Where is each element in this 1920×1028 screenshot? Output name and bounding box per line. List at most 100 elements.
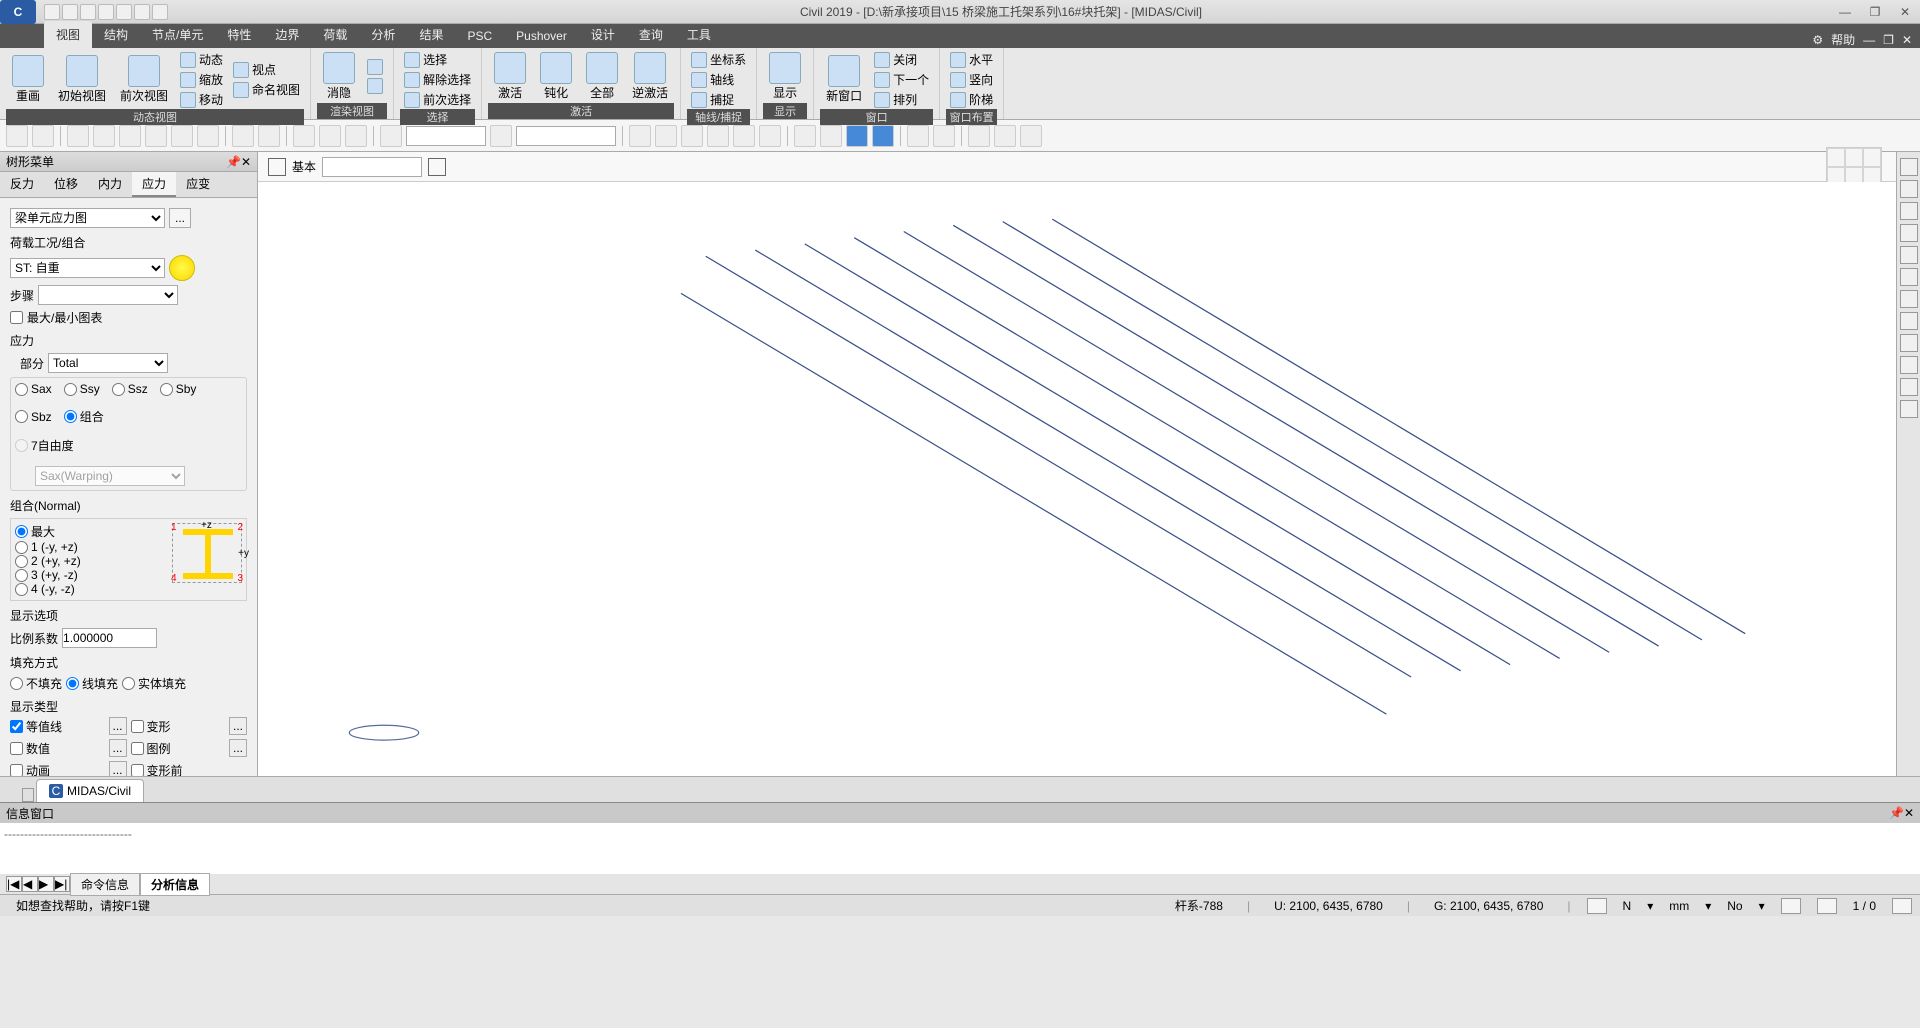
loadcase-select[interactable]: ST: 自重 [10,258,165,278]
qat-undo-icon[interactable] [98,4,114,20]
arrange-button[interactable]: 排列 [870,90,933,109]
activate-button[interactable]: 激活 [488,50,532,103]
rtool-icon[interactable] [1900,290,1918,308]
radio-combine[interactable] [64,410,77,423]
radio-c3[interactable] [15,569,28,582]
msg-scroll-next-icon[interactable]: ▶ [38,876,54,892]
tab-load[interactable]: 荷载 [311,21,359,48]
redo-arrow-icon[interactable] [32,125,54,147]
toolbar-icon[interactable] [759,125,781,147]
chk-contour[interactable] [10,720,23,733]
toolbar-icon[interactable] [707,125,729,147]
chk-anim[interactable] [10,764,23,777]
tab-pushover[interactable]: Pushover [504,24,579,48]
qat-open-icon[interactable] [62,4,78,20]
move-button[interactable]: 移动 [176,90,227,109]
nav-cube[interactable] [1826,147,1882,187]
chk-legend-btn[interactable]: ... [229,739,247,757]
new-window-button[interactable]: 新窗口 [820,53,868,106]
toolbar-icon[interactable] [197,125,219,147]
unit-n-button[interactable] [1587,898,1607,914]
model-canvas[interactable] [258,182,1896,776]
rtool-icon[interactable] [1900,356,1918,374]
help-button[interactable]: 帮助 [1831,31,1855,48]
diagram-type-select[interactable]: 梁单元应力图 [10,208,165,228]
rtool-icon[interactable] [1900,202,1918,220]
inactivate-button[interactable]: 钝化 [534,50,578,103]
maximize-icon[interactable]: ❐ [1860,2,1890,22]
filter-icon[interactable] [268,158,286,176]
tab-strain[interactable]: 应变 [176,172,220,197]
chk-undeformed[interactable] [131,764,144,777]
select-combo2[interactable] [516,126,616,146]
pin-icon[interactable]: 📌 [226,155,241,169]
toolbar-icon[interactable] [67,125,89,147]
prev-select-button[interactable]: 前次选择 [400,90,475,109]
viewpoint-button[interactable]: 视点 [229,60,304,79]
inverse-button[interactable]: 逆激活 [626,50,674,103]
radio-c4[interactable] [15,583,28,596]
snap-button[interactable]: 捕捉 [687,90,750,109]
rtool-icon[interactable] [1900,268,1918,286]
coord-button[interactable]: 坐标系 [687,50,750,69]
toolbar-icon[interactable] [319,125,341,147]
tab-results[interactable]: 结果 [407,21,455,48]
all-button[interactable]: 全部 [580,50,624,103]
tab-view[interactable]: 视图 [44,21,92,48]
canvas-combo[interactable] [322,157,422,177]
panel-body[interactable]: 梁单元应力图 ... 荷载工况/组合 ST: 自重 步骤 最大/最小图表 应力 … [0,198,257,776]
tab-boundary[interactable]: 边界 [263,21,311,48]
zoom-button[interactable]: 缩放 [176,70,227,89]
diagram-more-button[interactable]: ... [169,208,191,228]
toolbar-icon[interactable] [872,125,894,147]
msg-tab-analysis[interactable]: 分析信息 [140,873,210,896]
status-btn[interactable] [1892,898,1912,914]
toolbar-icon[interactable] [655,125,677,147]
status-btn[interactable] [1781,898,1801,914]
tab-properties[interactable]: 特性 [215,21,263,48]
chk-deform-btn[interactable]: ... [229,717,247,735]
radio-max[interactable] [15,525,28,538]
select-combo[interactable] [406,126,486,146]
tab-internal-force[interactable]: 内力 [88,172,132,197]
filter2-icon[interactable] [428,158,446,176]
toolbar-icon[interactable] [968,125,990,147]
undo-arrow-icon[interactable] [6,125,28,147]
scale-input[interactable] [62,628,157,648]
tab-query[interactable]: 查询 [627,21,675,48]
part-select[interactable]: Total [48,353,168,373]
chk-deform[interactable] [131,720,144,733]
msg-scroll-prev-icon[interactable]: ◀ [22,876,38,892]
toolbar-icon[interactable] [119,125,141,147]
rtool-icon[interactable] [1900,158,1918,176]
cascade-button[interactable]: 阶梯 [946,90,997,109]
qat-more-icon[interactable] [152,4,168,20]
toolbar-icon[interactable] [258,125,280,147]
chk-value[interactable] [10,742,23,755]
toolbar-icon[interactable] [232,125,254,147]
toolbar-icon[interactable] [1020,125,1042,147]
toolbar-icon[interactable] [380,125,402,147]
status-btn[interactable] [1817,898,1837,914]
toolbar-icon[interactable] [907,125,929,147]
rtool-icon[interactable] [1900,224,1918,242]
toolbar-icon[interactable] [490,125,512,147]
doc-tab[interactable]: C MIDAS/Civil [36,779,144,802]
step-select[interactable] [38,285,178,305]
rtool-icon[interactable] [1900,312,1918,330]
tab-psc[interactable]: PSC [455,24,504,48]
rtool-icon[interactable] [1900,334,1918,352]
rtool-icon[interactable] [1900,400,1918,418]
close-win-button[interactable]: 关闭 [870,50,933,69]
qat-new-icon[interactable] [44,4,60,20]
horiz-button[interactable]: 水平 [946,50,997,69]
rtool-icon[interactable] [1900,246,1918,264]
tab-stress[interactable]: 应力 [132,172,176,197]
redraw-button[interactable]: 重画 [6,53,50,106]
axis-button[interactable]: 轴线 [687,70,750,89]
radio-sax[interactable] [15,383,28,396]
next-win-button[interactable]: 下一个 [870,70,933,89]
inner-minimize-icon[interactable]: — [1863,33,1875,47]
deselect-button[interactable]: 解除选择 [400,70,475,89]
render-opt2[interactable] [363,77,387,95]
